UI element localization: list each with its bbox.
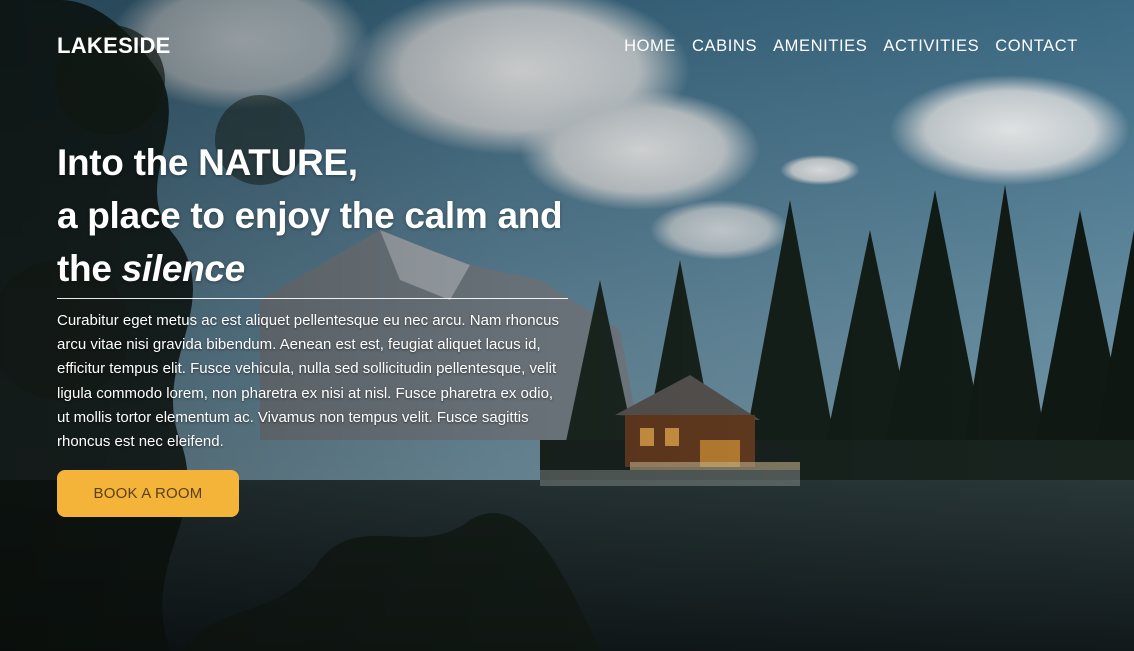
nav-home-link[interactable]: HOME	[624, 37, 676, 56]
headline-line-3: the	[57, 248, 122, 289]
headline-line-2: a place to enjoy the calm and	[57, 195, 563, 236]
book-a-room-button[interactable]: BOOK A ROOM	[57, 470, 239, 517]
nav-cabins-link[interactable]: CABINS	[692, 37, 757, 56]
nav-activities-link[interactable]: ACTIVITIES	[883, 37, 979, 56]
hero-headline: Into the NATURE, a place to enjoy the ca…	[57, 136, 563, 295]
main-nav: HOME CABINS AMENITIES ACTIVITIES CONTACT	[624, 37, 1078, 56]
hero-description: Curabitur eget metus ac est aliquet pell…	[57, 312, 559, 451]
headline-emphasis: silence	[121, 248, 246, 289]
nav-contact-link[interactable]: CONTACT	[995, 37, 1078, 56]
site-logo[interactable]: LAKESIDE	[57, 33, 171, 59]
headline-divider	[57, 298, 568, 299]
nav-amenities-link[interactable]: AMENITIES	[773, 37, 867, 56]
headline-line-1: Into the NATURE,	[57, 142, 358, 183]
